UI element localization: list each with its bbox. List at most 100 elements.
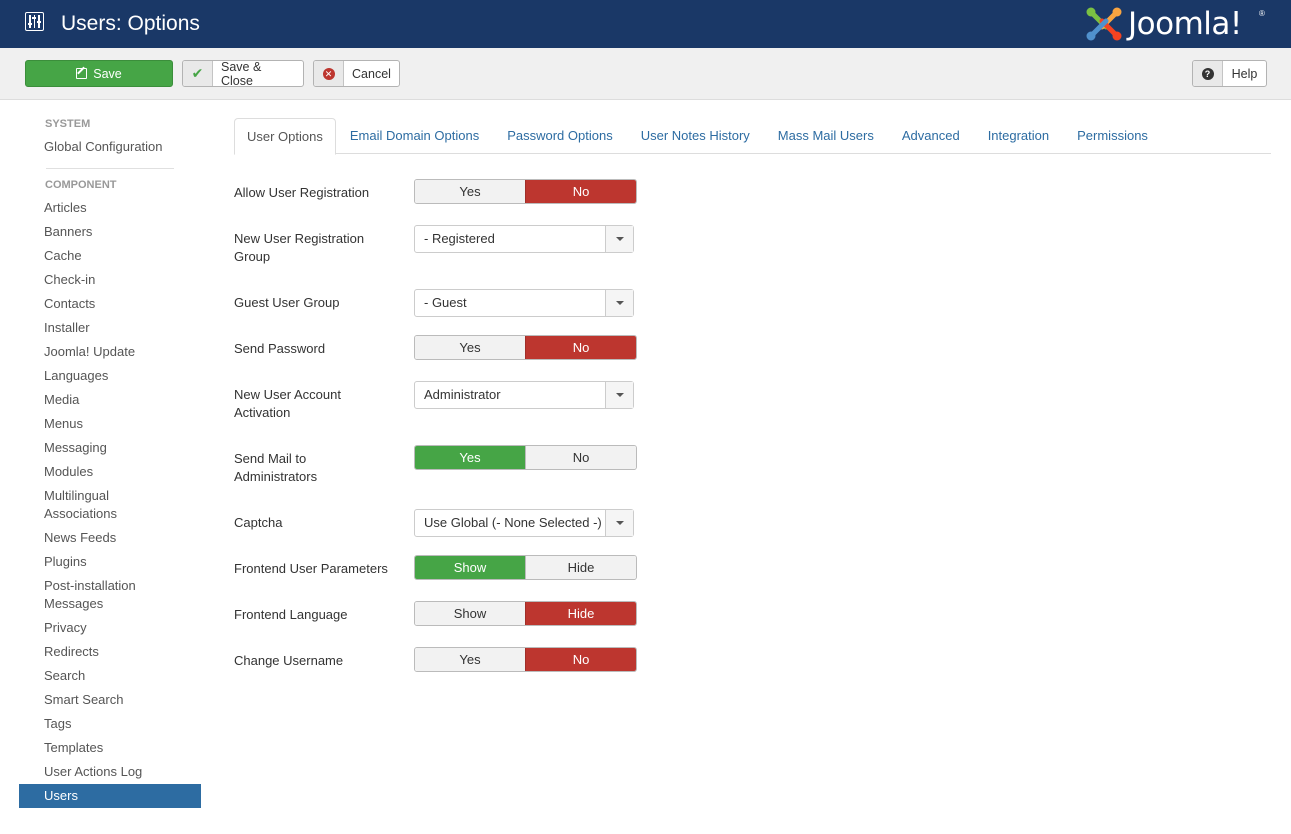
- sidebar-item-user-actions-log[interactable]: User Actions Log: [19, 760, 201, 784]
- sidebar-item-smart-search[interactable]: Smart Search: [19, 688, 201, 712]
- change-username-option-no[interactable]: No: [525, 648, 636, 671]
- sidebar-item-modules[interactable]: Modules: [19, 460, 201, 484]
- tab-email-domain-options[interactable]: Email Domain Options: [336, 118, 493, 154]
- sidebar-divider: [46, 168, 174, 169]
- save-close-button[interactable]: ✔ Save & Close: [182, 60, 304, 87]
- field-label: Send Password: [234, 341, 326, 356]
- field-label: New User Account Activation: [234, 387, 341, 420]
- chevron-down-icon[interactable]: [605, 510, 633, 536]
- change-username-option-yes[interactable]: Yes: [415, 648, 525, 671]
- question-glyph: ?: [1201, 67, 1214, 80]
- options-tabs: User Options Email Domain Options Password…: [234, 118, 1271, 155]
- frontend-user-parameters-toggle: Show Hide: [414, 555, 637, 580]
- new-user-registration-group-select[interactable]: - Registered: [414, 225, 634, 253]
- edit-icon: [76, 68, 88, 79]
- allow-user-registration-option-no[interactable]: No: [525, 180, 636, 203]
- sidebar-item-banners[interactable]: Banners: [19, 220, 201, 244]
- frontend-language-option-show[interactable]: Show: [415, 602, 525, 625]
- sidebar-item-post-installation-messages[interactable]: Post-installation Messages: [19, 574, 201, 616]
- frontend-language-toggle: Show Hide: [414, 601, 637, 626]
- sidebar-item-users[interactable]: Users: [19, 784, 201, 808]
- page-title: Users: Options: [61, 12, 200, 35]
- help-button-label: Help: [1231, 66, 1258, 81]
- frontend-user-parameters-option-show[interactable]: Show: [415, 556, 525, 579]
- sidebar-item-global-configuration[interactable]: Global Configuration: [19, 135, 201, 159]
- sidebar: System Global Configuration Component Ar…: [19, 118, 201, 808]
- new-user-account-activation-select[interactable]: Administrator: [414, 381, 634, 409]
- sidebar-component-list: Articles Banners Cache Check-in Contacts Inst…: [19, 196, 201, 808]
- cancel-circle-glyph: ✕: [322, 67, 335, 80]
- change-username-toggle: Yes No: [414, 647, 637, 672]
- tab-mass-mail-users[interactable]: Mass Mail Users: [764, 118, 888, 154]
- field-label: Send Mail to Administrators: [234, 451, 318, 484]
- sidebar-item-joomla-update[interactable]: Joomla! Update: [19, 340, 201, 364]
- send-password-option-no[interactable]: No: [525, 336, 636, 359]
- sidebar-item-templates[interactable]: Templates: [19, 736, 201, 760]
- question-circle-icon: ?: [1193, 61, 1223, 86]
- captcha-select[interactable]: Use Global (- None Selected -): [414, 509, 634, 537]
- select-value: - Guest: [424, 295, 467, 310]
- field-label: Guest User Group: [234, 295, 340, 310]
- field-label: Captcha: [234, 515, 283, 530]
- allow-user-registration-toggle: Yes No: [414, 179, 637, 204]
- sidebar-item-articles[interactable]: Articles: [19, 196, 201, 220]
- save-close-button-label: Save & Close: [221, 60, 262, 87]
- checkmark-glyph: ✔: [191, 65, 204, 81]
- tab-user-options[interactable]: User Options: [234, 118, 336, 155]
- sidebar-item-installer[interactable]: Installer: [19, 316, 201, 340]
- select-value: - Registered: [424, 231, 495, 246]
- tab-user-notes-history[interactable]: User Notes History: [627, 118, 764, 154]
- tab-integration[interactable]: Integration: [974, 118, 1063, 154]
- tab-password-options[interactable]: Password Options: [493, 118, 627, 154]
- frontend-language-option-hide[interactable]: Hide: [525, 602, 636, 625]
- guest-user-group-select[interactable]: - Guest: [414, 289, 634, 317]
- sidebar-item-check-in[interactable]: Check-in: [19, 268, 201, 292]
- chevron-down-icon[interactable]: [605, 226, 633, 252]
- joomla-logo: Joomla! ®: [1084, 4, 1269, 44]
- send-password-toggle: Yes No: [414, 335, 637, 360]
- cancel-button[interactable]: ✕ Cancel: [313, 60, 400, 87]
- cancel-button-label: Cancel: [352, 66, 391, 81]
- sidebar-item-messaging[interactable]: Messaging: [19, 436, 201, 460]
- select-value: Administrator: [424, 387, 501, 402]
- select-value: Use Global (- None Selected -): [424, 515, 602, 530]
- send-mail-to-administrators-option-yes[interactable]: Yes: [415, 446, 525, 469]
- field-label: Frontend Language: [234, 607, 348, 622]
- save-button[interactable]: Save: [25, 60, 173, 87]
- joomla-wordmark: Joomla!: [1128, 6, 1242, 42]
- sidebar-item-search[interactable]: Search: [19, 664, 201, 688]
- sidebar-item-plugins[interactable]: Plugins: [19, 550, 201, 574]
- joomla-logo-mark-icon: [1086, 7, 1122, 41]
- sidebar-item-news-feeds[interactable]: News Feeds: [19, 526, 201, 550]
- field-label: Frontend User Parameters: [234, 561, 388, 576]
- sidebar-item-multilingual-associations[interactable]: Multilingual Associations: [19, 484, 201, 526]
- send-mail-to-administrators-option-no[interactable]: No: [525, 446, 636, 469]
- chevron-down-icon[interactable]: [605, 382, 633, 408]
- tab-permissions[interactable]: Permissions: [1063, 118, 1162, 154]
- sidebar-item-privacy[interactable]: Privacy: [19, 616, 201, 640]
- frontend-user-parameters-option-hide[interactable]: Hide: [525, 556, 636, 579]
- chevron-down-icon[interactable]: [605, 290, 633, 316]
- allow-user-registration-option-yes[interactable]: Yes: [415, 180, 525, 203]
- sidebar-item-contacts[interactable]: Contacts: [19, 292, 201, 316]
- registered-mark: ®: [1259, 9, 1265, 18]
- sidebar-item-cache[interactable]: Cache: [19, 244, 201, 268]
- options-sliders-icon: [25, 12, 44, 31]
- field-label: New User Registration Group: [234, 231, 365, 264]
- field-label: Allow User Registration: [234, 185, 370, 200]
- sidebar-item-redirects[interactable]: Redirects: [19, 640, 201, 664]
- tab-advanced[interactable]: Advanced: [888, 118, 974, 154]
- save-button-label: Save: [93, 66, 122, 81]
- sidebar-system-list: Global Configuration: [19, 135, 201, 159]
- sidebar-heading-system: System: [45, 118, 91, 130]
- help-button[interactable]: ? Help: [1192, 60, 1267, 87]
- send-password-option-yes[interactable]: Yes: [415, 336, 525, 359]
- sidebar-item-tags[interactable]: Tags: [19, 712, 201, 736]
- send-mail-to-administrators-toggle: Yes No: [414, 445, 637, 470]
- sidebar-heading-component: Component: [45, 179, 117, 191]
- header-bar: Users: Options Joomla! ®: [0, 0, 1291, 48]
- sidebar-item-languages[interactable]: Languages: [19, 364, 201, 388]
- checkmark-icon: ✔: [183, 61, 213, 86]
- sidebar-item-media[interactable]: Media: [19, 388, 201, 412]
- sidebar-item-menus[interactable]: Menus: [19, 412, 201, 436]
